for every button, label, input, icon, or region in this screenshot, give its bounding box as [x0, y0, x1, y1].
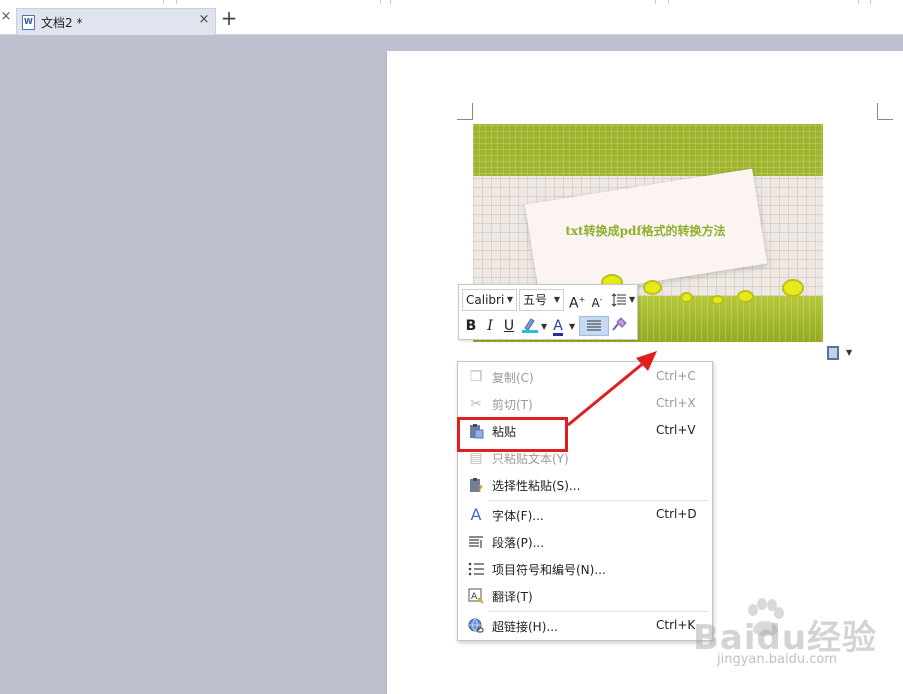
- close-tab-icon[interactable]: ×: [197, 13, 211, 27]
- paste-options-icon: [827, 346, 839, 360]
- menu-item-shortcut: Ctrl+V: [656, 423, 696, 437]
- svg-text:A: A: [471, 592, 478, 602]
- menu-item-translate[interactable]: A 翻译(T): [458, 583, 712, 609]
- word-document-icon: [22, 15, 35, 30]
- bold-icon: B: [465, 318, 477, 334]
- menu-item-label: 段落(P)...: [492, 536, 545, 550]
- menu-item-label: 字体(F)...: [492, 509, 544, 523]
- font-size-value: 五号: [523, 293, 548, 307]
- menu-item-label: 翻译(T): [492, 590, 533, 604]
- mini-format-toolbar: Calibri ▼ 五号 ▼ A+ A- ▼ B I U ▼ A ▼: [458, 284, 638, 340]
- font-icon: A: [470, 505, 482, 524]
- image-dot: [737, 290, 754, 303]
- image-dot: [711, 295, 724, 305]
- menu-separator: [488, 611, 708, 612]
- menu-item-paragraph[interactable]: 段落(P)...: [458, 529, 712, 555]
- menu-item-paste-special[interactable]: ? 选择性粘贴(S)...: [458, 472, 712, 498]
- grow-font-button[interactable]: A+: [569, 290, 585, 312]
- chevron-down-icon: ▼: [846, 348, 853, 357]
- image-dot: [643, 280, 662, 295]
- svg-text:?: ?: [477, 484, 483, 493]
- menu-item-hyperlink[interactable]: 超链接(H)... Ctrl+K: [458, 613, 712, 639]
- format-painter-button[interactable]: [611, 316, 629, 336]
- menu-item-label: 超链接(H)...: [492, 620, 558, 634]
- annotation-highlight-box: [457, 417, 568, 452]
- paste-options-button[interactable]: ▼: [827, 346, 853, 362]
- menu-item-shortcut: Ctrl+D: [656, 507, 697, 521]
- paste-text-icon: ▤: [469, 450, 483, 466]
- bold-button[interactable]: B: [463, 316, 479, 336]
- highlight-button[interactable]: [520, 316, 540, 336]
- new-tab-button[interactable]: +: [220, 8, 238, 28]
- menu-item-copy[interactable]: ❐ 复制(C) Ctrl+C: [458, 364, 712, 390]
- line-spacing-icon: [611, 293, 626, 307]
- copy-icon: ❐: [469, 369, 483, 385]
- menu-item-cut[interactable]: ✂ 剪切(T) Ctrl+X: [458, 391, 712, 417]
- hyperlink-icon: [468, 618, 484, 634]
- watermark-url: jingyan.baidu.com: [717, 652, 837, 667]
- tab-strip: × 文档2 * × +: [0, 0, 903, 35]
- menu-separator: [488, 500, 708, 501]
- shrink-font-icon: A: [591, 296, 600, 310]
- font-color-button[interactable]: A: [550, 316, 566, 336]
- chevron-down-icon[interactable]: ▼: [629, 295, 635, 304]
- image-dot: [680, 292, 693, 303]
- italic-icon: I: [487, 318, 493, 334]
- font-color-icon: A: [553, 318, 563, 336]
- menu-item-label: 复制(C): [492, 371, 534, 385]
- margin-corner-top-right: [877, 103, 893, 120]
- underline-icon: U: [503, 318, 515, 334]
- menu-item-shortcut: Ctrl+K: [656, 618, 696, 632]
- underline-button[interactable]: U: [501, 316, 517, 336]
- menu-item-bullets-numbering[interactable]: 项目符号和编号(N)...: [458, 556, 712, 582]
- menu-item-label: 只粘贴文本(Y): [492, 452, 569, 466]
- bullets-icon: [468, 561, 484, 577]
- align-button[interactable]: [579, 316, 609, 336]
- grow-font-icon: A: [569, 295, 579, 312]
- context-menu: ❐ 复制(C) Ctrl+C ✂ 剪切(T) Ctrl+X 粘贴 Ctrl+V …: [457, 361, 713, 641]
- italic-button[interactable]: I: [482, 316, 498, 336]
- image-caption: txt转换成pdf格式的转换方法: [565, 224, 726, 239]
- chevron-down-icon[interactable]: ▼: [569, 322, 575, 331]
- menu-item-font[interactable]: A 字体(F)... Ctrl+D: [458, 502, 712, 528]
- font-size-select[interactable]: 五号 ▼: [519, 289, 564, 311]
- ruler-marks: [0, 0, 903, 4]
- menu-item-shortcut: Ctrl+X: [656, 396, 696, 410]
- translate-icon: A: [468, 588, 484, 604]
- menu-item-label: 剪切(T): [492, 398, 533, 412]
- font-name-value: Calibri: [466, 293, 505, 307]
- previous-tab-close-icon[interactable]: ×: [0, 10, 12, 24]
- tab-title: 文档2 *: [41, 16, 83, 30]
- document-tab[interactable]: 文档2 * ×: [16, 8, 216, 35]
- chevron-down-icon: ▼: [506, 295, 513, 304]
- chevron-down-icon[interactable]: ▼: [541, 322, 547, 331]
- scissors-icon: ✂: [470, 396, 482, 412]
- paragraph-icon: [468, 534, 484, 550]
- align-justify-icon: [587, 320, 601, 331]
- line-spacing-button[interactable]: [609, 290, 629, 310]
- menu-item-label: 项目符号和编号(N)...: [492, 563, 606, 577]
- margin-corner-top-left: [457, 103, 473, 120]
- highlighter-icon: [522, 318, 538, 333]
- font-name-select[interactable]: Calibri ▼: [462, 289, 517, 311]
- menu-item-label: 选择性粘贴(S)...: [492, 479, 581, 493]
- image-dot: [782, 279, 804, 297]
- shrink-font-button[interactable]: A-: [589, 290, 605, 310]
- chevron-down-icon: ▼: [553, 295, 560, 304]
- paste-special-icon: ?: [468, 477, 484, 495]
- menu-item-shortcut: Ctrl+C: [656, 369, 696, 383]
- format-painter-icon: [612, 317, 627, 331]
